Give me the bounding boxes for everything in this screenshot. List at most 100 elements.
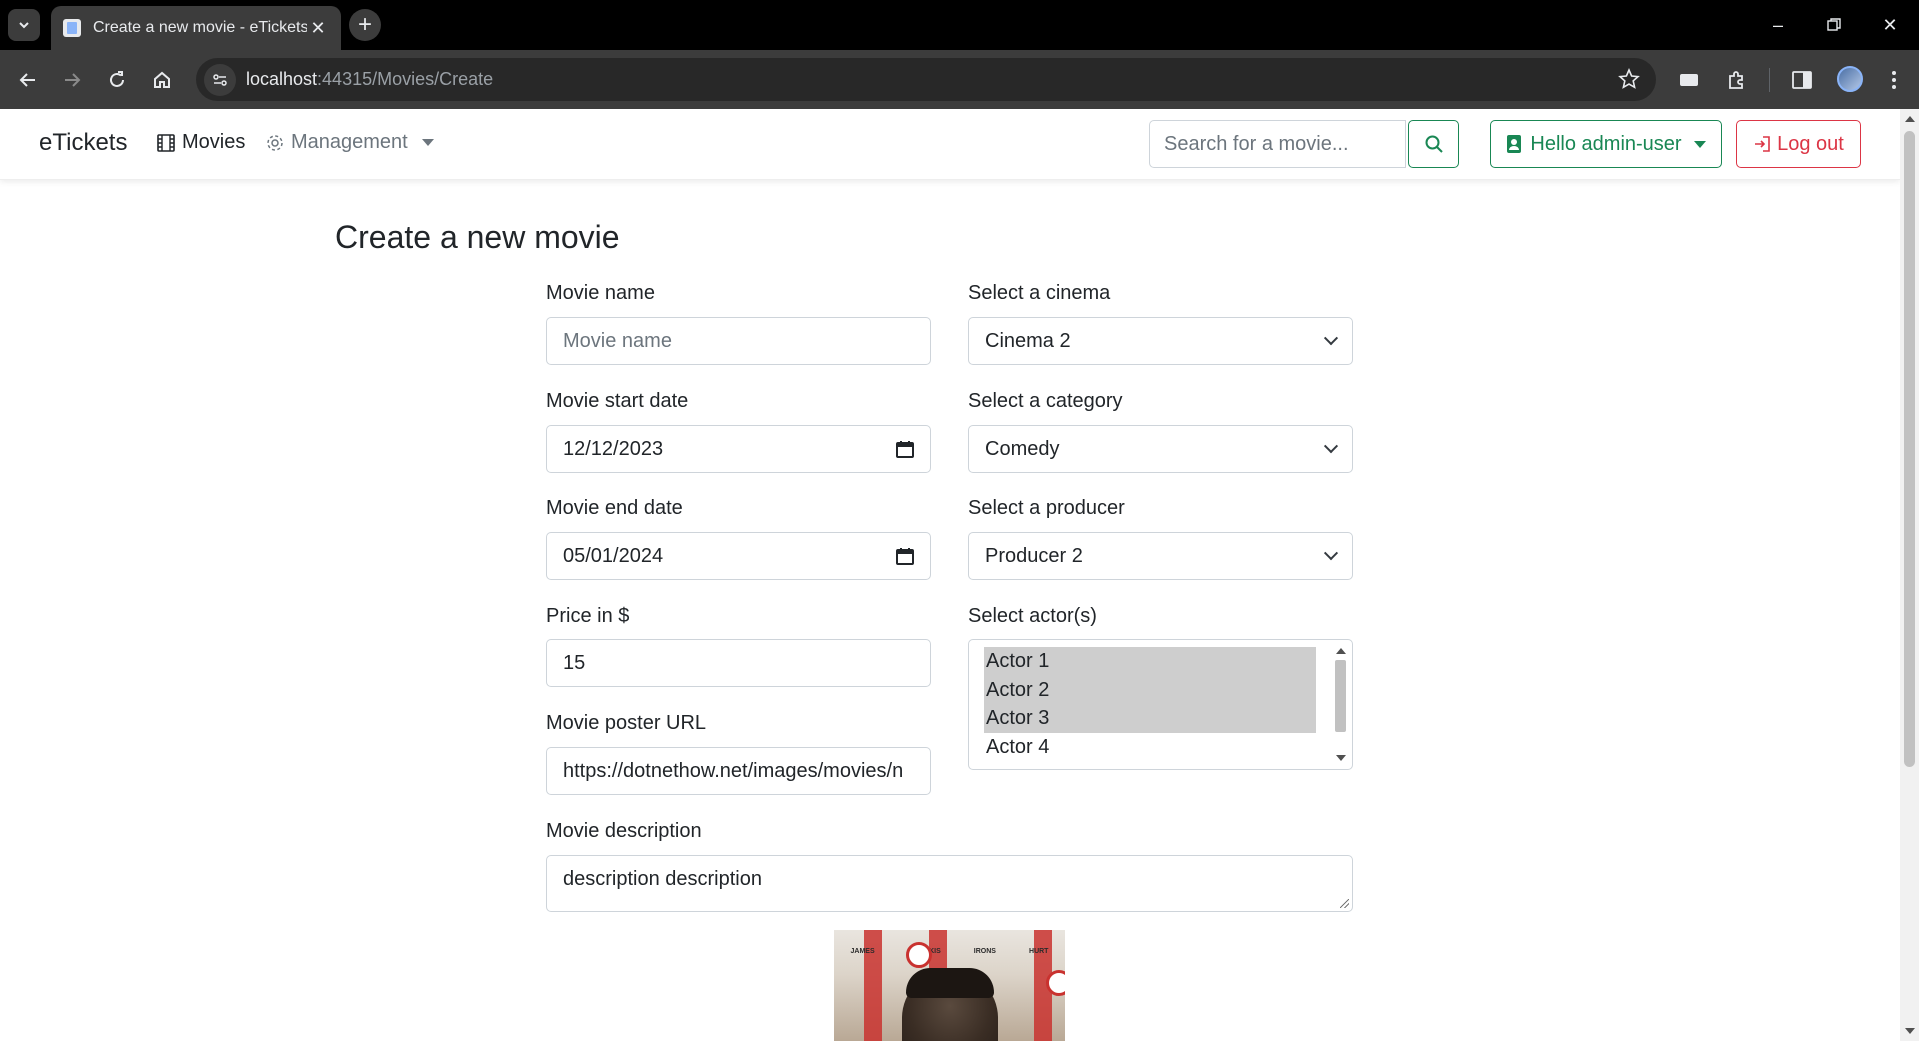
poster-credit: HURT — [1029, 948, 1049, 955]
poster-emblem — [1046, 970, 1065, 996]
search-icon — [1425, 135, 1443, 153]
actor-option[interactable]: Actor 2 — [984, 675, 1316, 704]
nav-movies-link[interactable]: Movies — [156, 131, 245, 154]
poster-url-value: https://dotnethow.net/images/movies/n — [563, 759, 904, 782]
scroll-thumb[interactable] — [1335, 660, 1346, 732]
back-icon[interactable] — [12, 64, 44, 96]
scroll-up-arrow-icon[interactable] — [1905, 116, 1915, 122]
description-textarea[interactable]: description description — [546, 855, 1353, 912]
close-window-icon[interactable]: ✕ — [1870, 10, 1910, 40]
nav-management-dropdown[interactable]: Management — [265, 131, 434, 154]
cinema-select[interactable]: Cinema 2 — [968, 317, 1353, 365]
scroll-down-arrow-icon[interactable] — [1336, 755, 1346, 761]
new-tab-button[interactable]: + — [349, 9, 381, 41]
price-value: 15 — [563, 651, 586, 674]
gear-icon — [267, 134, 283, 151]
user-menu-button[interactable]: Hello admin-user — [1490, 120, 1722, 168]
nav-movies-label: Movies — [182, 131, 246, 153]
poster-credit: IRONS — [973, 948, 996, 955]
page-scrollbar[interactable] — [1900, 109, 1919, 1041]
browser-tab-bar: Create a new movie - eTickets ✕ + – ✕ — [0, 0, 1919, 50]
end-date-input[interactable]: 05/01/2024 — [546, 532, 931, 580]
category-value: Comedy — [985, 437, 1060, 460]
toolbar-separator — [1769, 68, 1770, 92]
movie-name-placeholder: Movie name — [563, 329, 672, 352]
site-navbar: eTickets Movies Management Hello admin-u… — [0, 109, 1900, 180]
logout-button[interactable]: Log out — [1736, 120, 1861, 168]
page-scroll-thumb[interactable] — [1904, 131, 1915, 767]
chevron-down-icon — [19, 22, 29, 29]
actor-option-label: Actor 1 — [986, 650, 1050, 672]
forward-icon[interactable] — [56, 64, 88, 96]
price-label: Price in $ — [546, 605, 630, 627]
url-path: :44315/Movies/Create — [317, 69, 494, 89]
category-label: Select a category — [968, 390, 1123, 412]
site-info-icon[interactable] — [204, 63, 236, 96]
movie-name-input[interactable]: Movie name — [546, 317, 931, 365]
browser-tab-active[interactable]: Create a new movie - eTickets ✕ — [51, 6, 341, 50]
calendar-icon[interactable] — [896, 547, 914, 565]
home-icon[interactable] — [146, 64, 178, 96]
poster-url-input[interactable]: https://dotnethow.net/images/movies/n — [546, 747, 931, 795]
actor-option[interactable]: Actor 1 — [984, 647, 1316, 676]
movie-name-label: Movie name — [546, 282, 655, 304]
actors-label: Select actor(s) — [968, 605, 1097, 627]
person-badge-icon — [1507, 135, 1522, 153]
cinema-label: Select a cinema — [968, 282, 1111, 304]
scroll-up-arrow-icon[interactable] — [1336, 648, 1346, 654]
resize-handle-icon[interactable] — [1340, 899, 1349, 908]
extensions-icon[interactable] — [1722, 66, 1750, 94]
browser-toolbar: localhost:44315/Movies/Create — [0, 50, 1919, 109]
actor-option-label: Actor 4 — [986, 735, 1050, 758]
reload-icon[interactable] — [101, 64, 133, 96]
chevron-down-icon — [1323, 331, 1339, 346]
movie-search-input[interactable] — [1149, 120, 1406, 168]
poster-url-label: Movie poster URL — [546, 712, 707, 734]
search-button[interactable] — [1408, 120, 1459, 168]
end-date-value: 05/01/2024 — [563, 544, 664, 567]
chevron-down-icon — [1323, 439, 1339, 454]
actor-option[interactable]: Actor 4 — [984, 733, 1316, 762]
producer-value: Producer 2 — [985, 544, 1083, 567]
keyboard-icon[interactable] — [1675, 66, 1703, 94]
page-viewport: eTickets Movies Management Hello admin-u… — [0, 109, 1900, 1041]
caret-down-icon — [421, 139, 434, 146]
nav-management-label: Management — [291, 131, 408, 153]
start-date-input[interactable]: 12/12/2023 — [546, 425, 931, 473]
cinema-value: Cinema 2 — [985, 329, 1071, 352]
actor-option[interactable]: Actor 3 — [984, 704, 1316, 733]
close-tab-icon[interactable]: ✕ — [307, 18, 329, 39]
url-text: localhost:44315/Movies/Create — [246, 69, 493, 90]
movie-poster-preview: JAMES SUDEIKIS IRONS HURT — [834, 930, 1065, 1041]
actors-multiselect[interactable]: Actor 1 Actor 2 Actor 3 Actor 4 — [968, 639, 1353, 770]
actor-option-label: Actor 2 — [986, 678, 1050, 701]
tab-search-button[interactable] — [8, 9, 40, 41]
page-favicon-icon — [63, 19, 81, 37]
poster-banner — [864, 930, 882, 1041]
actors-scrollbar[interactable] — [1333, 644, 1348, 765]
restore-window-icon[interactable] — [1814, 10, 1854, 40]
description-value: description description — [563, 868, 762, 890]
start-date-label: Movie start date — [546, 390, 689, 412]
price-input[interactable]: 15 — [546, 639, 931, 687]
brand-link[interactable]: eTickets — [39, 129, 127, 157]
user-greeting: Hello admin-user — [1530, 132, 1682, 155]
poster-credits: JAMES SUDEIKIS IRONS HURT — [834, 948, 1065, 955]
address-bar[interactable]: localhost:44315/Movies/Create — [196, 58, 1656, 101]
producer-label: Select a producer — [968, 497, 1125, 519]
minimize-window-icon[interactable]: – — [1758, 10, 1798, 40]
category-select[interactable]: Comedy — [968, 425, 1353, 473]
profile-avatar[interactable] — [1837, 66, 1863, 92]
side-panel-icon[interactable] — [1788, 66, 1816, 94]
logout-icon — [1755, 136, 1770, 152]
poster-figure-hair — [906, 968, 994, 998]
chevron-down-icon — [1323, 546, 1339, 561]
calendar-icon[interactable] — [896, 440, 914, 458]
poster-emblem — [906, 942, 932, 968]
description-label: Movie description — [546, 820, 702, 842]
bookmark-star-icon[interactable] — [1618, 67, 1640, 95]
scroll-down-arrow-icon[interactable] — [1905, 1028, 1915, 1034]
more-menu-icon[interactable] — [1880, 66, 1908, 94]
producer-select[interactable]: Producer 2 — [968, 532, 1353, 580]
page-title: Create a new movie — [335, 219, 620, 255]
